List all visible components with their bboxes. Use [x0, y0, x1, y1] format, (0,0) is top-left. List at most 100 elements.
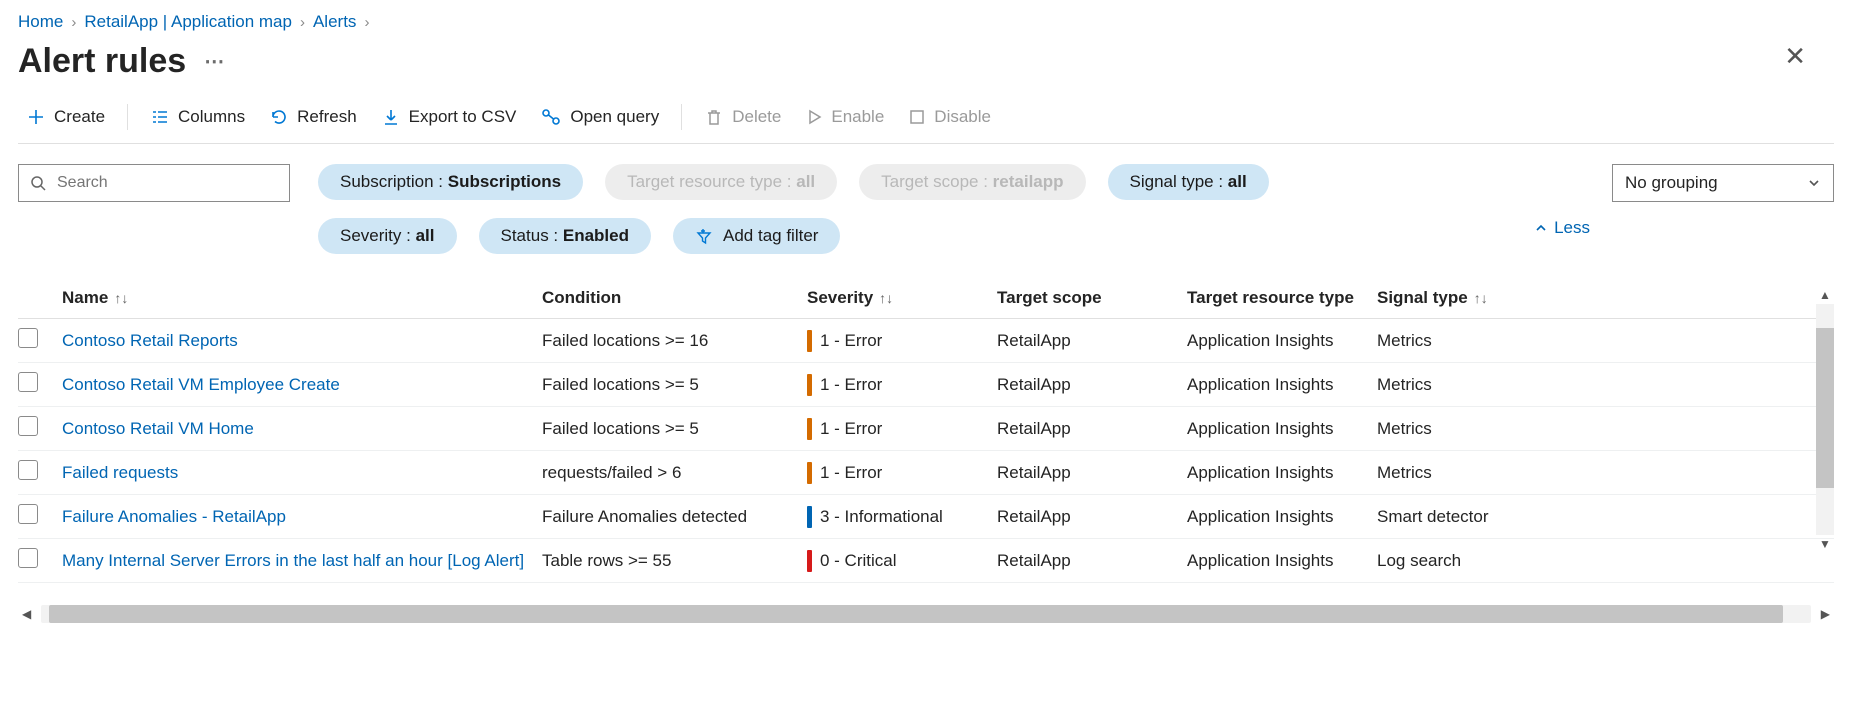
delete-label: Delete [732, 107, 781, 127]
rule-name-link[interactable]: Contoso Retail VM Home [62, 419, 542, 439]
close-icon[interactable]: ✕ [1776, 33, 1814, 80]
columns-icon [150, 107, 170, 127]
filter-label: Signal type : [1130, 172, 1228, 191]
open-query-button[interactable]: Open query [532, 103, 667, 131]
row-checkbox[interactable] [18, 372, 38, 392]
plus-icon [26, 107, 46, 127]
row-checkbox[interactable] [18, 416, 38, 436]
breadcrumb-home[interactable]: Home [18, 12, 63, 32]
cell-target-scope: RetailApp [997, 419, 1187, 439]
rule-name-link[interactable]: Contoso Retail VM Employee Create [62, 375, 542, 395]
severity-indicator-icon [807, 462, 812, 484]
collapse-filters-link[interactable]: Less [1534, 218, 1590, 238]
scroll-thumb[interactable] [1816, 328, 1834, 488]
filter-severity[interactable]: Severity : all [318, 218, 457, 254]
cell-target-scope: RetailApp [997, 507, 1187, 527]
scroll-up-icon[interactable]: ▲ [1817, 286, 1833, 304]
filter-value: all [416, 226, 435, 245]
cell-severity: 1 - Error [807, 462, 997, 484]
cell-target-scope: RetailApp [997, 375, 1187, 395]
col-target-type[interactable]: Target resource type [1187, 288, 1377, 308]
row-checkbox[interactable] [18, 548, 38, 568]
rule-name-link[interactable]: Failed requests [62, 463, 542, 483]
grouping-dropdown[interactable]: No grouping [1612, 164, 1834, 202]
cell-severity: 0 - Critical [807, 550, 997, 572]
chevron-up-icon [1534, 221, 1548, 235]
sort-icon: ↑↓ [1474, 290, 1488, 306]
sort-icon: ↑↓ [879, 290, 893, 306]
vertical-scrollbar[interactable]: ▲ ▼ [1816, 286, 1834, 553]
breadcrumb: Home › RetailApp | Application map › Ale… [18, 8, 1834, 40]
chevron-down-icon [1807, 176, 1821, 190]
table-row: Contoso Retail ReportsFailed locations >… [18, 319, 1834, 363]
scroll-left-icon[interactable]: ◀ [18, 607, 35, 621]
severity-indicator-icon [807, 330, 812, 352]
col-condition[interactable]: Condition [542, 288, 807, 308]
divider [127, 104, 128, 130]
divider [681, 104, 682, 130]
filter-signal-type[interactable]: Signal type : all [1108, 164, 1269, 200]
cell-signal-type: Metrics [1377, 331, 1567, 351]
filter-value: all [796, 172, 815, 191]
enable-label: Enable [831, 107, 884, 127]
table-row: Many Internal Server Errors in the last … [18, 539, 1834, 583]
cell-severity: 1 - Error [807, 330, 997, 352]
cell-severity: 1 - Error [807, 374, 997, 396]
page-title-text: Alert rules [18, 42, 186, 81]
scroll-thumb[interactable] [49, 605, 1783, 623]
col-target-scope[interactable]: Target scope [997, 288, 1187, 308]
refresh-button[interactable]: Refresh [261, 103, 365, 131]
breadcrumb-alerts[interactable]: Alerts [313, 12, 356, 32]
cell-target-scope: RetailApp [997, 463, 1187, 483]
trash-icon [704, 107, 724, 127]
col-severity[interactable]: Severity ↑↓ [807, 288, 997, 308]
row-checkbox[interactable] [18, 504, 38, 524]
col-name[interactable]: Name ↑↓ [62, 288, 542, 308]
cell-signal-type: Metrics [1377, 419, 1567, 439]
cell-severity: 3 - Informational [807, 506, 997, 528]
search-input[interactable] [18, 164, 290, 202]
more-actions-icon[interactable]: ⋯ [204, 49, 226, 74]
export-csv-button[interactable]: Export to CSV [373, 103, 525, 131]
scroll-track[interactable] [41, 605, 1811, 623]
breadcrumb-app-map[interactable]: RetailApp | Application map [84, 12, 292, 32]
cell-target-type: Application Insights [1187, 551, 1377, 571]
disable-button: Disable [900, 103, 999, 131]
rule-name-link[interactable]: Contoso Retail Reports [62, 331, 542, 351]
disable-label: Disable [934, 107, 991, 127]
col-label: Target resource type [1187, 288, 1354, 308]
columns-button[interactable]: Columns [142, 103, 253, 131]
grouping-label: No grouping [1625, 173, 1718, 193]
export-label: Export to CSV [409, 107, 517, 127]
horizontal-scrollbar[interactable]: ◀ ▶ [18, 605, 1834, 623]
add-tag-filter[interactable]: Add tag filter [673, 218, 840, 254]
search-field[interactable] [55, 173, 279, 193]
rule-name-link[interactable]: Many Internal Server Errors in the last … [62, 551, 542, 571]
row-checkbox[interactable] [18, 328, 38, 348]
severity-indicator-icon [807, 550, 812, 572]
row-checkbox[interactable] [18, 460, 38, 480]
cell-signal-type: Log search [1377, 551, 1567, 571]
cell-target-scope: RetailApp [997, 551, 1187, 571]
add-tag-label: Add tag filter [723, 226, 818, 246]
cell-signal-type: Smart detector [1377, 507, 1567, 527]
cell-condition: Failed locations >= 5 [542, 375, 807, 395]
refresh-label: Refresh [297, 107, 357, 127]
filter-pills: Subscription : Subscriptions Target reso… [318, 164, 1328, 254]
scroll-right-icon[interactable]: ▶ [1817, 607, 1834, 621]
cell-target-type: Application Insights [1187, 331, 1377, 351]
cell-severity: 1 - Error [807, 418, 997, 440]
chevron-right-icon: › [300, 14, 305, 31]
filter-value: all [1228, 172, 1247, 191]
table-row: Contoso Retail VM Employee CreateFailed … [18, 363, 1834, 407]
cell-target-type: Application Insights [1187, 419, 1377, 439]
col-label: Signal type [1377, 288, 1468, 308]
create-button[interactable]: Create [18, 103, 113, 131]
cell-condition: requests/failed > 6 [542, 463, 807, 483]
filter-subscription[interactable]: Subscription : Subscriptions [318, 164, 583, 200]
col-signal-type[interactable]: Signal type ↑↓ [1377, 288, 1567, 308]
scroll-track[interactable] [1816, 304, 1834, 535]
scroll-down-icon[interactable]: ▼ [1817, 535, 1833, 553]
filter-status[interactable]: Status : Enabled [479, 218, 652, 254]
rule-name-link[interactable]: Failure Anomalies - RetailApp [62, 507, 542, 527]
